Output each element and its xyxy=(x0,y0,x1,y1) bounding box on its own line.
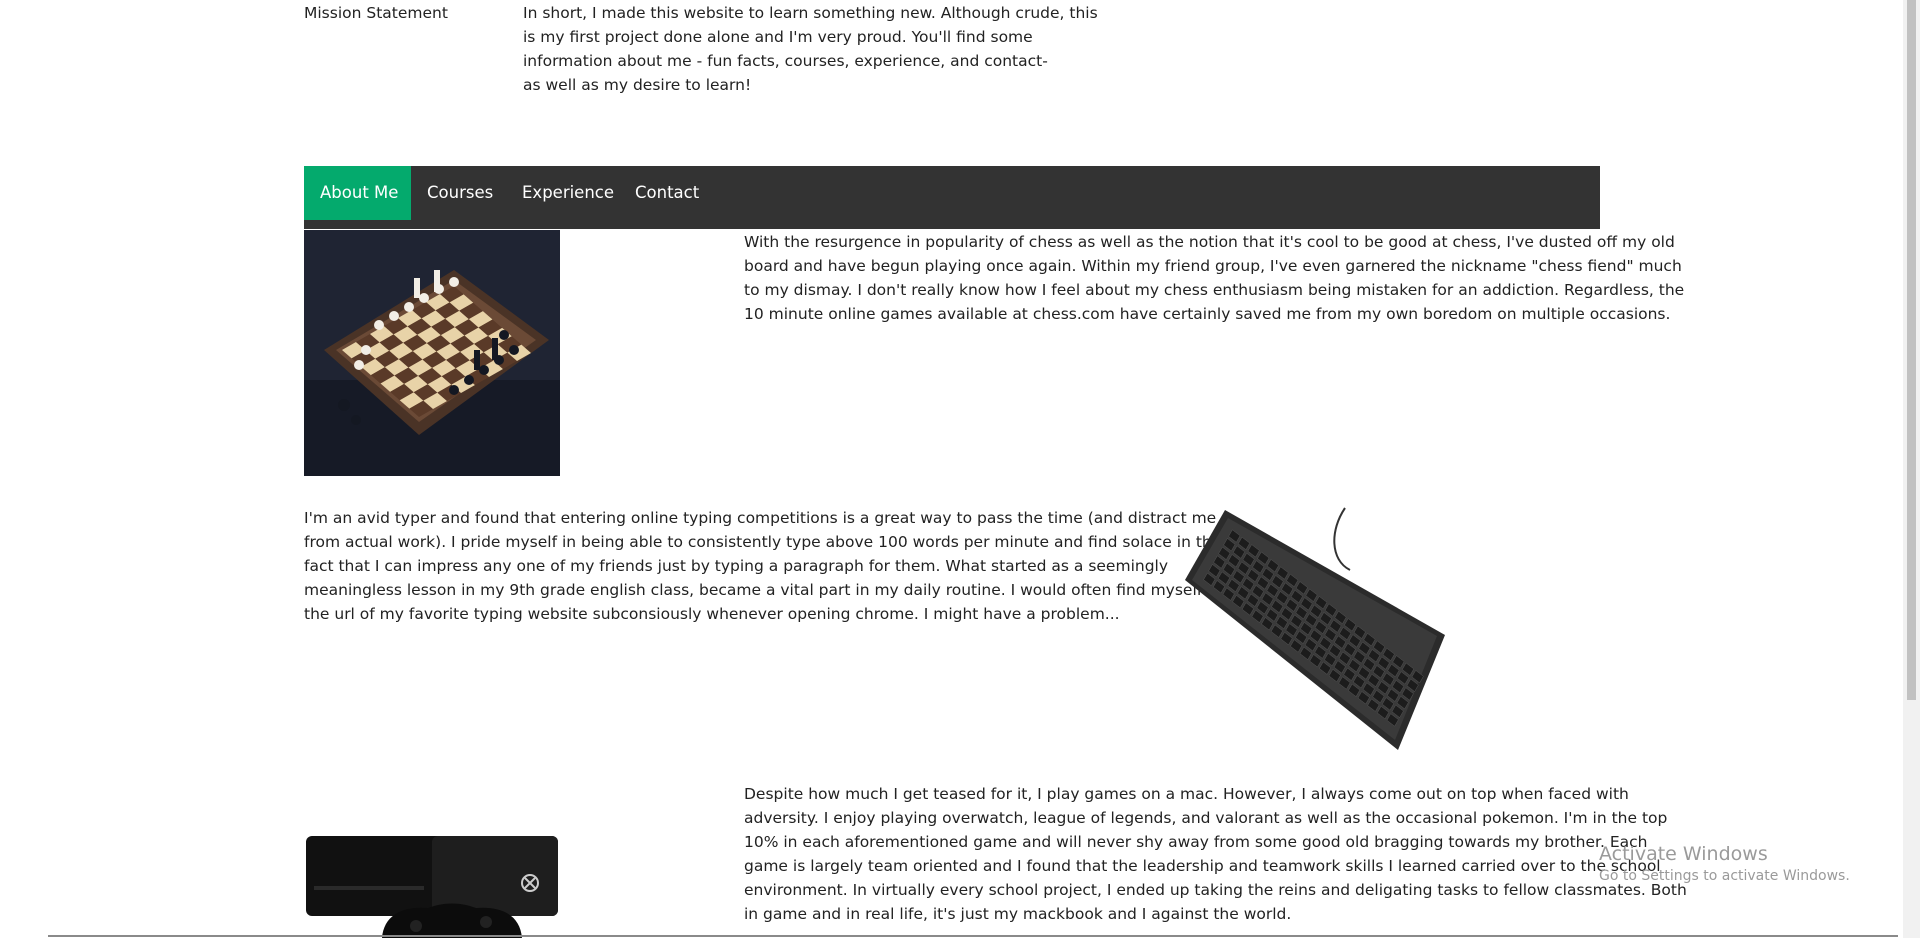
paragraph-line: environment. In virtually every school p… xyxy=(744,881,1687,899)
nav-experience[interactable]: Experience xyxy=(506,166,619,220)
gaming-paragraph: Despite how much I get teased for it, I … xyxy=(744,782,1687,926)
xbox-console-icon xyxy=(306,836,558,938)
nav-courses[interactable]: Courses xyxy=(411,166,506,220)
mission-line: as well as my desire to learn! xyxy=(523,76,752,94)
paragraph-line: Despite how much I get teased for it, I … xyxy=(744,785,1629,803)
chess-paragraph: With the resurgence in popularity of che… xyxy=(744,230,1684,326)
paragraph-line: fact that I can impress any one of my fr… xyxy=(304,557,1169,575)
paragraph-line: the url of my favorite typing website su… xyxy=(304,605,1120,623)
nav-bar: About Me Courses Experience Contact xyxy=(304,166,1600,229)
watermark-title: Activate Windows xyxy=(1599,843,1768,865)
keyboard-image xyxy=(1180,500,1450,760)
mission-label: Mission Statement xyxy=(304,4,448,22)
activate-windows-watermark: Activate Windows Go to Settings to activ… xyxy=(1599,842,1850,886)
nav-about-me[interactable]: About Me xyxy=(304,166,411,220)
xbox-console-image xyxy=(304,830,560,938)
paragraph-line: adversity. I enjoy playing overwatch, le… xyxy=(744,809,1668,827)
page: Mission Statement In short, I made this … xyxy=(0,0,1920,938)
nav-contact[interactable]: Contact xyxy=(619,166,714,220)
paragraph-line: board and have begun playing once again.… xyxy=(744,257,1682,275)
paragraph-line: I'm an avid typer and found that enterin… xyxy=(304,509,1217,527)
keyboard-icon xyxy=(1185,507,1445,750)
paragraph-line: to my dismay. I don't really know how I … xyxy=(744,281,1685,299)
mission-line: is my first project done alone and I'm v… xyxy=(523,28,1033,46)
scrollbar-thumb[interactable] xyxy=(1907,0,1916,700)
vertical-scrollbar[interactable] xyxy=(1903,0,1920,938)
paragraph-line: game is largely team oriented and I foun… xyxy=(744,857,1661,875)
paragraph-line: 10 minute online games available at ches… xyxy=(744,305,1671,323)
mission-statement: In short, I made this website to learn s… xyxy=(523,1,1098,97)
paragraph-line: in game and in real life, it's just my m… xyxy=(744,905,1292,923)
paragraph-line: With the resurgence in popularity of che… xyxy=(744,233,1675,251)
paragraph-line: 10% in each aforementioned game and will… xyxy=(744,833,1648,851)
chess-board-icon xyxy=(304,230,560,476)
watermark-subtitle: Go to Settings to activate Windows. xyxy=(1599,868,1850,884)
paragraph-line: from actual work). I pride myself in bei… xyxy=(304,533,1222,551)
chess-board-image xyxy=(304,230,560,476)
typing-paragraph: I'm an avid typer and found that enterin… xyxy=(304,506,1256,626)
bottom-divider xyxy=(48,935,1898,937)
mission-line: information about me - fun facts, course… xyxy=(523,52,1048,70)
paragraph-line: meaningless lesson in my 9th grade engli… xyxy=(304,581,1257,599)
mission-line: In short, I made this website to learn s… xyxy=(523,4,1098,22)
